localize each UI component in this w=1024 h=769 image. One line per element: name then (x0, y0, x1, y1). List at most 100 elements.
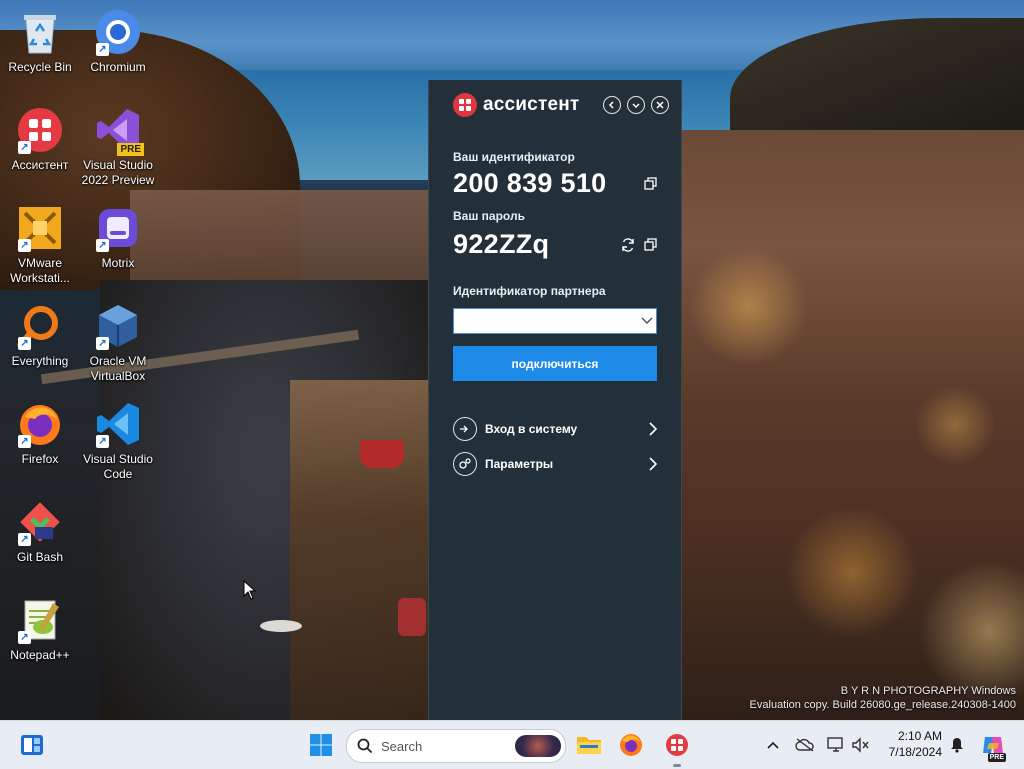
partner-id-input[interactable] (454, 311, 638, 331)
partner-dropdown-button[interactable] (638, 317, 656, 325)
desktop-icon-visual-studio[interactable]: PRE Visual Studio 2022 Preview (78, 106, 158, 188)
desktop-icon-vmware[interactable]: ↗ VMware Workstati... (0, 204, 80, 286)
running-indicator (673, 764, 681, 767)
wallpaper-boat (360, 440, 404, 468)
desktop-icon-label: Oracle VM VirtualBox (89, 354, 147, 383)
desktop-icon-notepad-plus-plus[interactable]: ↗ Notepad++ (0, 596, 80, 663)
shortcut-arrow-icon: ↗ (18, 141, 31, 154)
show-hidden-icons-button[interactable] (762, 721, 784, 769)
folder-icon (577, 737, 601, 754)
vmware-icon: ↗ (16, 204, 64, 252)
close-icon (656, 101, 664, 109)
wallpaper-beach (290, 380, 430, 720)
shortcut-arrow-icon: ↗ (96, 435, 109, 448)
password-label: Ваш пароль (453, 209, 525, 223)
assistant-logo-icon (453, 93, 477, 117)
firefox-icon (620, 734, 642, 756)
git-bash-icon: ↗ (16, 498, 64, 546)
desktop-icon-label: Visual Studio Code (83, 452, 153, 481)
copy-id-button[interactable] (643, 177, 657, 191)
preview-badge: PRE (117, 143, 144, 156)
start-button[interactable] (302, 721, 340, 769)
notifications-button[interactable] (946, 721, 968, 769)
desktop-icon-label: Chromium (90, 60, 146, 74)
id-label: Ваш идентификатор (453, 150, 575, 164)
chevron-left-icon (608, 101, 614, 109)
windows-logo-icon (310, 734, 332, 756)
chevron-down-icon (641, 317, 653, 325)
login-menu-item[interactable]: Вход в систему (453, 411, 657, 446)
search-icon (357, 738, 373, 754)
settings-menu-item[interactable]: Параметры (453, 446, 657, 481)
watermark-line-2: Evaluation copy. Build 26080.ge_release.… (749, 699, 1016, 711)
network-button[interactable] (824, 721, 848, 769)
desktop-icon-chromium[interactable]: ↗ Chromium (78, 8, 158, 75)
widgets-button[interactable] (12, 721, 52, 769)
taskbar-firefox[interactable] (614, 721, 648, 769)
monitor-network-icon (827, 737, 843, 752)
desktop-icon-firefox[interactable]: ↗ Firefox (0, 400, 80, 467)
volume-button[interactable] (848, 721, 872, 769)
shortcut-arrow-icon: ↗ (96, 43, 109, 56)
minimize-button[interactable] (627, 96, 645, 114)
login-icon (453, 416, 477, 441)
clock-date: 7/18/2024 (888, 745, 942, 759)
connect-button[interactable]: подключиться (453, 346, 657, 381)
onedrive-button[interactable] (792, 721, 818, 769)
taskbar-file-explorer[interactable] (572, 721, 606, 769)
id-row: 200 839 510 (453, 168, 657, 199)
bell-icon (951, 738, 963, 753)
firefox-icon: ↗ (16, 400, 64, 448)
partner-id-combobox[interactable] (453, 308, 657, 334)
desktop-icon-label: Firefox (21, 452, 59, 466)
search-placeholder: Search (381, 738, 423, 754)
search-highlight-image (515, 735, 561, 757)
everything-icon: ↗ (16, 302, 64, 350)
cloud-offline-icon (795, 738, 814, 752)
password-row: 922ZZq (453, 229, 657, 260)
shortcut-arrow-icon: ↗ (18, 337, 31, 350)
desktop-icon-recycle-bin[interactable]: Recycle Bin (0, 8, 80, 75)
watermark-line-1: B Y R N PHOTOGRAPHY Windows (840, 685, 1016, 697)
desktop-icon-virtualbox[interactable]: ↗ Oracle VM VirtualBox (78, 302, 158, 384)
shortcut-arrow-icon: ↗ (18, 631, 31, 644)
desktop-icon-label: VMware Workstati... (10, 256, 70, 285)
taskbar-assistant[interactable] (658, 721, 696, 769)
assistant-icon (666, 734, 688, 756)
taskbar-search-box[interactable]: Search (346, 729, 566, 763)
chevron-up-icon (767, 741, 779, 749)
copy-password-button[interactable] (643, 238, 657, 252)
widgets-icon (21, 735, 43, 755)
virtualbox-icon: ↗ (94, 302, 142, 350)
visual-studio-icon: PRE (94, 106, 144, 156)
shortcut-arrow-icon: ↗ (96, 337, 109, 350)
copilot-button[interactable]: PRE (976, 721, 1010, 769)
chevron-down-icon (632, 103, 640, 109)
desktop-icon-label: Ассистент (11, 158, 69, 172)
desktop-icon-everything[interactable]: ↗ Everything (0, 302, 80, 369)
desktop-icon-git-bash[interactable]: ↗ Git Bash (0, 498, 80, 565)
assistant-window: ассистент Ваш идентификатор 200 839 510 … (428, 80, 682, 720)
wallpaper-cliff-right (730, 18, 1024, 133)
login-label: Вход в систему (485, 421, 578, 436)
desktop-icon-label: Motrix (101, 256, 135, 270)
copilot-pre-badge: PRE (987, 753, 1006, 762)
chevron-right-icon (649, 456, 657, 471)
desktop-icon-motrix[interactable]: ↗ Motrix (78, 204, 158, 271)
shortcut-arrow-icon: ↗ (96, 239, 109, 252)
back-button[interactable] (603, 96, 621, 114)
clock[interactable]: 2:10 AM 7/18/2024 (878, 728, 942, 760)
refresh-icon (622, 237, 634, 252)
recycle-bin-icon (16, 8, 64, 56)
desktop-icon-label: Visual Studio 2022 Preview (81, 158, 155, 187)
desktop-icon-vscode[interactable]: ↗ Visual Studio Code (78, 400, 158, 482)
desktop-icon-label: Recycle Bin (8, 60, 72, 74)
partner-label: Идентификатор партнера (453, 284, 606, 298)
desktop-icon-assistant[interactable]: ↗ Ассистент (0, 106, 80, 173)
desktop-icon-label: Git Bash (16, 550, 64, 564)
volume-muted-icon (852, 737, 869, 753)
id-value: 200 839 510 (453, 168, 607, 198)
clock-time: 2:10 AM (897, 729, 942, 743)
close-button[interactable] (651, 96, 669, 114)
refresh-password-button[interactable] (621, 237, 635, 252)
